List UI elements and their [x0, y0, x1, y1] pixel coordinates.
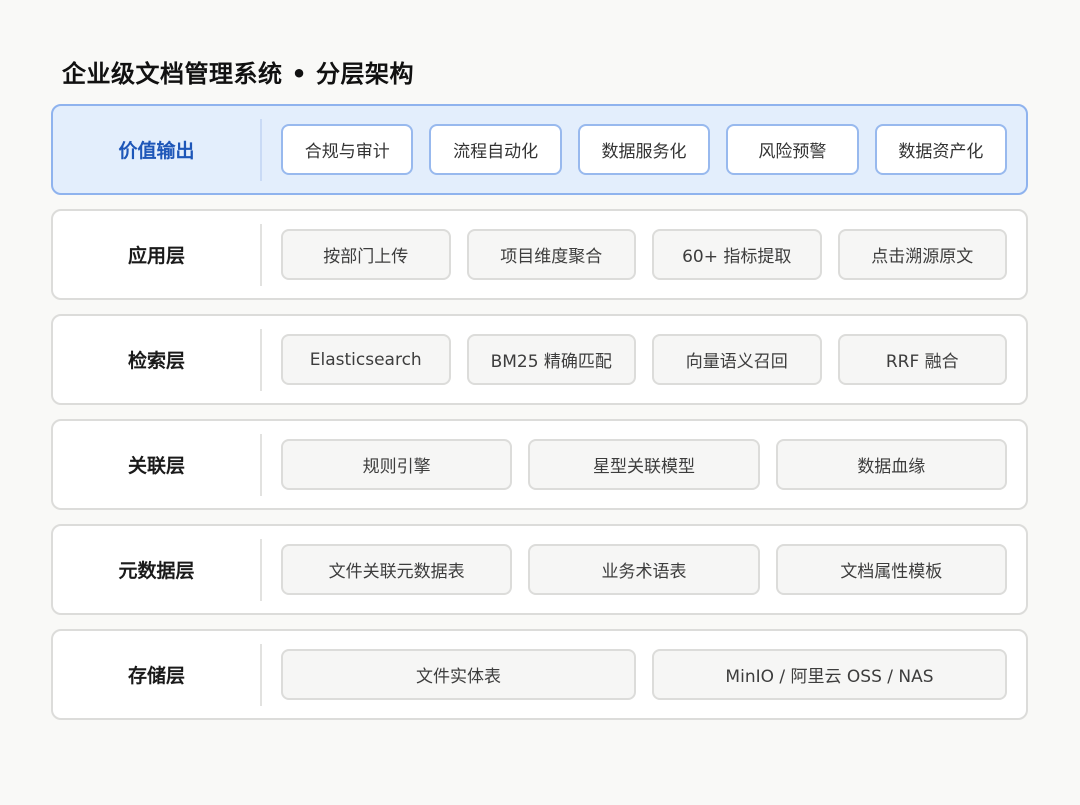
layer-chip: 数据服务化: [577, 124, 711, 175]
layer-chip: 数据资产化: [874, 124, 1008, 175]
layer-items: Elasticsearch BM25 精确匹配 向量语义召回 RRF 融合: [262, 334, 1026, 385]
layer-chip: MinIO / 阿里云 OSS / NAS: [652, 649, 1007, 700]
layer-chip: 文件实体表: [281, 649, 636, 700]
layer-application: 应用层 按部门上传 项目维度聚合 60+ 指标提取 点击溯源原文: [51, 209, 1028, 300]
layer-label: 关联层: [127, 455, 185, 477]
layer-label: 检索层: [127, 350, 185, 372]
layer-chip: 向量语义召回: [652, 334, 822, 385]
layer-chip: 合规与审计: [281, 124, 414, 175]
layer-chip: 项目维度聚合: [466, 229, 636, 280]
layer-label: 价值输出: [118, 140, 195, 162]
layer-chip: RRF 融合: [837, 334, 1007, 385]
layer-chip: 数据血缘: [775, 439, 1007, 490]
layer-items: 文件关联元数据表 业务术语表 文档属性模板: [262, 544, 1026, 595]
layer-storage: 存储层 文件实体表 MinIO / 阿里云 OSS / NAS: [51, 629, 1028, 720]
layer-chip: 点击溯源原文: [837, 229, 1007, 280]
architecture-layers: 价值输出 合规与审计 流程自动化 数据服务化 风险预警 数据资产化 应用层 按部…: [51, 104, 1028, 734]
layer-association: 关联层 规则引擎 星型关联模型 数据血缘: [51, 419, 1028, 510]
layer-chip: 规则引擎: [281, 439, 513, 490]
layer-label: 应用层: [127, 245, 185, 267]
layer-chip: 60+ 指标提取: [652, 229, 822, 280]
layer-items: 文件实体表 MinIO / 阿里云 OSS / NAS: [262, 649, 1026, 700]
layer-chip: 星型关联模型: [528, 439, 760, 490]
layer-chip: 业务术语表: [528, 544, 760, 595]
layer-items: 按部门上传 项目维度聚合 60+ 指标提取 点击溯源原文: [262, 229, 1026, 280]
layer-chip: 文档属性模板: [775, 544, 1007, 595]
layer-items: 规则引擎 星型关联模型 数据血缘: [262, 439, 1026, 490]
layer-chip: 流程自动化: [429, 124, 562, 175]
layer-chip: 文件关联元数据表: [281, 544, 513, 595]
layer-label: 元数据层: [118, 560, 195, 582]
layer-chip: BM25 精确匹配: [466, 334, 636, 385]
layer-chip: Elasticsearch: [281, 334, 451, 385]
layer-chip: 风险预警: [726, 124, 859, 175]
layer-metadata: 元数据层 文件关联元数据表 业务术语表 文档属性模板: [51, 524, 1028, 615]
page-title: 企业级文档管理系统 • 分层架构: [62, 60, 415, 88]
layer-items: 合规与审计 流程自动化 数据服务化 风险预警 数据资产化: [262, 124, 1026, 175]
layer-chip: 按部门上传: [281, 229, 451, 280]
layer-value-output: 价值输出 合规与审计 流程自动化 数据服务化 风险预警 数据资产化: [51, 104, 1028, 195]
layer-label: 存储层: [127, 665, 185, 687]
layer-retrieval: 检索层 Elasticsearch BM25 精确匹配 向量语义召回 RRF 融…: [51, 314, 1028, 405]
